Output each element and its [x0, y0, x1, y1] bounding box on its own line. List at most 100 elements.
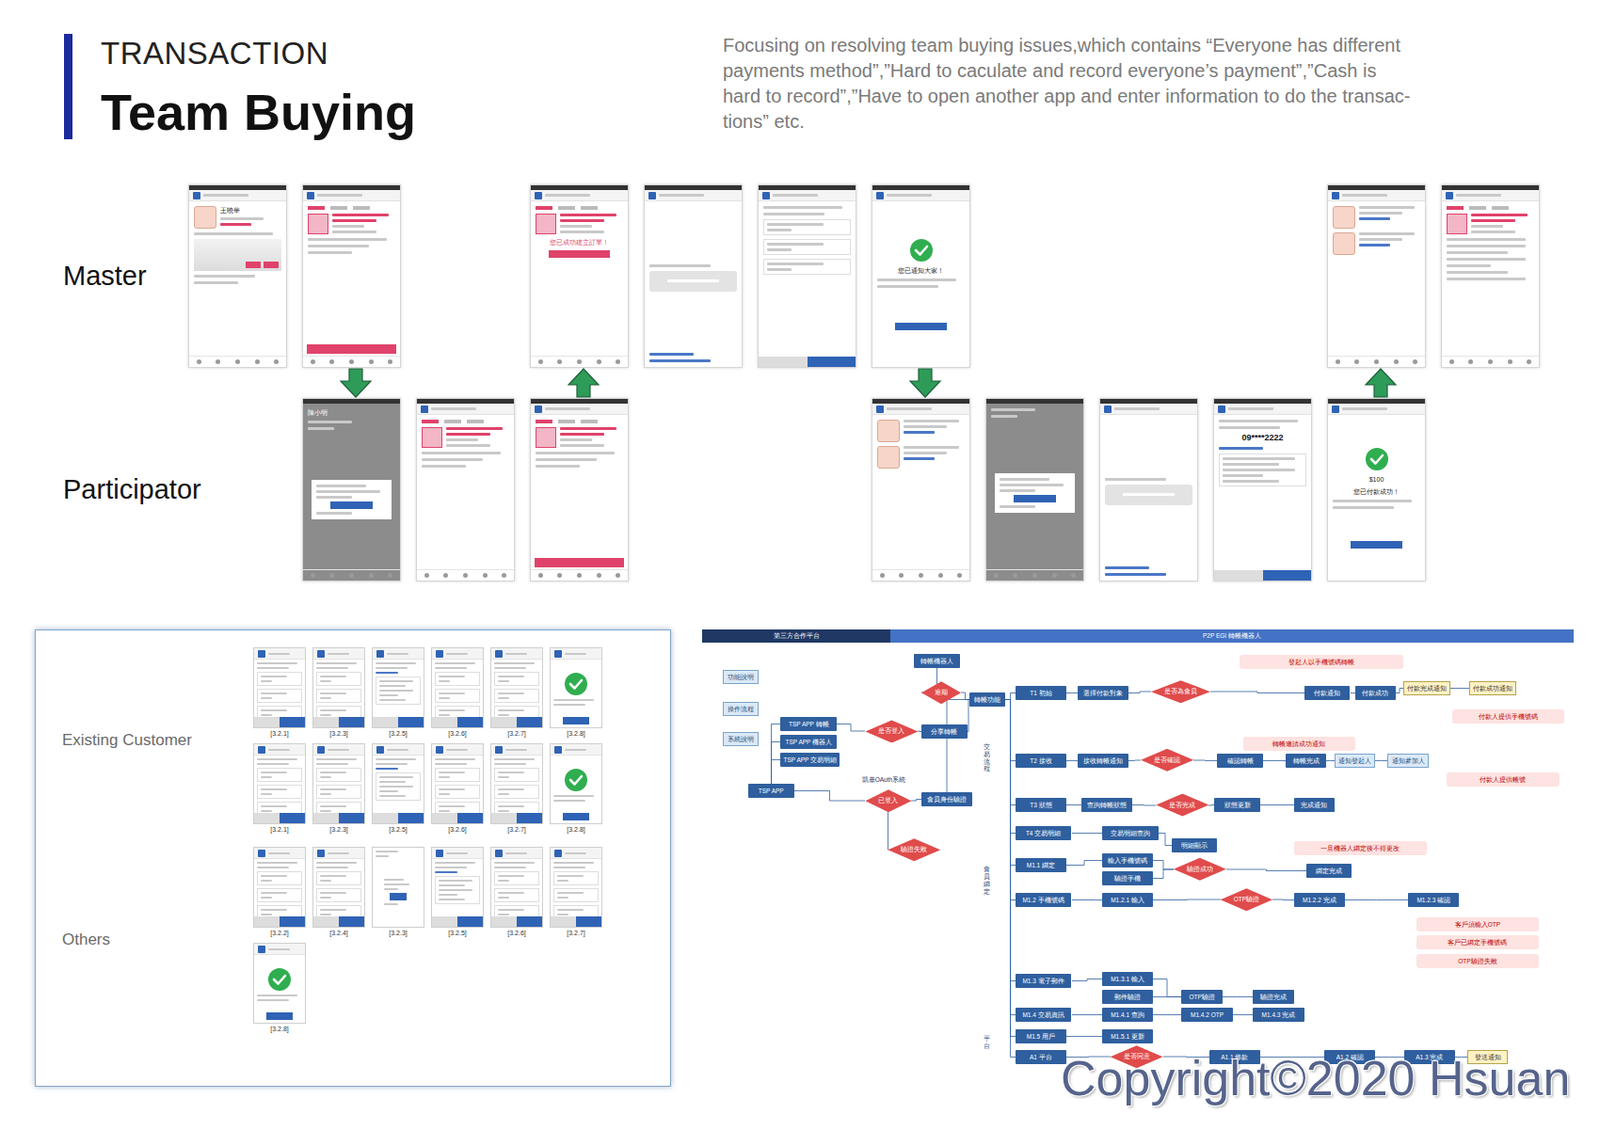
- screen-step[interactable]: [3.2.5]: [371, 647, 425, 738]
- input-row[interactable]: [434, 672, 480, 687]
- nav-icon[interactable]: [1374, 359, 1379, 365]
- nav-icon[interactable]: [576, 359, 582, 365]
- tab[interactable]: [535, 419, 553, 424]
- confirm-button[interactable]: [1013, 495, 1056, 503]
- nav-icon[interactable]: [557, 573, 562, 578]
- order-card[interactable]: [535, 427, 624, 448]
- cancel-button[interactable]: [550, 916, 576, 928]
- ok-button[interactable]: [562, 717, 591, 725]
- input-row[interactable]: [316, 871, 362, 886]
- input-row[interactable]: [316, 784, 362, 800]
- tab[interactable]: [535, 206, 553, 210]
- nav-icon[interactable]: [1449, 359, 1455, 365]
- order-card[interactable]: [535, 213, 624, 235]
- ok-button[interactable]: [562, 813, 591, 821]
- tab[interactable]: [1469, 206, 1487, 210]
- cancel-button[interactable]: [313, 916, 339, 928]
- tab[interactable]: [1446, 206, 1464, 210]
- nav-icon[interactable]: [368, 573, 374, 578]
- nav-icon[interactable]: [898, 573, 904, 578]
- screen-step[interactable]: [3.2.6]: [431, 647, 484, 738]
- nav-icon[interactable]: [918, 573, 924, 578]
- input-row[interactable]: [553, 871, 599, 886]
- buy-button[interactable]: [534, 558, 624, 568]
- action-button[interactable]: [245, 261, 261, 269]
- confirm-button[interactable]: [457, 916, 483, 928]
- screen-step[interactable]: [3.2.7]: [549, 847, 603, 938]
- cancel-button[interactable]: [313, 813, 339, 824]
- confirm-button[interactable]: [279, 717, 305, 728]
- screen-step[interactable]: [3.2.8]: [549, 743, 603, 834]
- confirm-button[interactable]: [398, 717, 424, 728]
- order-card[interactable]: [307, 213, 396, 235]
- nav-icon[interactable]: [310, 359, 316, 365]
- input-row[interactable]: [494, 888, 540, 903]
- confirm-button[interactable]: [338, 813, 365, 824]
- nav-icon[interactable]: [463, 573, 468, 578]
- nav-icon[interactable]: [349, 359, 354, 365]
- nav-icon[interactable]: [1507, 359, 1513, 365]
- screen-step[interactable]: [3.2.5]: [431, 847, 484, 938]
- screen-step[interactable]: [3.2.8]: [549, 647, 603, 738]
- tab[interactable]: [466, 419, 484, 424]
- confirm-button[interactable]: [338, 717, 365, 728]
- input-row[interactable]: [256, 888, 303, 903]
- input-row[interactable]: [494, 688, 540, 704]
- nav-icon[interactable]: [1335, 359, 1341, 365]
- nav-icon[interactable]: [255, 359, 260, 365]
- confirm-button[interactable]: [576, 916, 602, 928]
- input-row[interactable]: [316, 768, 362, 783]
- cancel-button[interactable]: [254, 717, 280, 728]
- screen-step[interactable]: [3.2.2]: [253, 847, 306, 938]
- nav-icon[interactable]: [482, 573, 488, 578]
- cancel-button[interactable]: [432, 813, 458, 824]
- input-row[interactable]: [494, 768, 540, 783]
- screen-step[interactable]: [3.2.6]: [490, 847, 544, 938]
- tab[interactable]: [558, 206, 576, 210]
- input-row[interactable]: [316, 688, 362, 704]
- input-row[interactable]: [434, 784, 480, 800]
- nav-icon[interactable]: [1071, 573, 1076, 578]
- tab[interactable]: [580, 206, 598, 210]
- confirm-button[interactable]: [516, 813, 543, 824]
- tab[interactable]: [1491, 206, 1509, 210]
- cancel-button[interactable]: [432, 916, 458, 928]
- screen-step[interactable]: [3.2.6]: [431, 743, 484, 834]
- tab[interactable]: [307, 206, 325, 210]
- input-row[interactable]: [256, 688, 303, 704]
- notification-row[interactable]: [877, 419, 965, 443]
- nav-icon[interactable]: [443, 573, 448, 578]
- input-row[interactable]: [256, 871, 303, 886]
- confirm-button[interactable]: [548, 250, 610, 258]
- screen-step[interactable]: [3.2.3]: [371, 847, 425, 938]
- nav-icon[interactable]: [538, 359, 544, 365]
- confirm-button[interactable]: [1263, 570, 1312, 581]
- cancel-button[interactable]: [313, 717, 339, 728]
- nav-icon[interactable]: [596, 359, 602, 365]
- nav-icon[interactable]: [1032, 573, 1038, 578]
- nav-icon[interactable]: [993, 573, 999, 578]
- nav-icon[interactable]: [368, 359, 374, 365]
- cancel-button[interactable]: [254, 813, 280, 824]
- action-button[interactable]: [263, 261, 279, 269]
- buy-button[interactable]: [306, 344, 397, 354]
- cancel-button[interactable]: [254, 916, 280, 928]
- nav-icon[interactable]: [310, 573, 316, 578]
- nav-icon[interactable]: [235, 359, 240, 365]
- nav-icon[interactable]: [215, 359, 221, 365]
- screen-step[interactable]: [3.2.3]: [312, 647, 366, 738]
- nav-icon[interactable]: [273, 359, 279, 365]
- nav-icon[interactable]: [329, 573, 335, 578]
- input-row[interactable]: [434, 688, 480, 704]
- input-row[interactable]: [763, 258, 851, 275]
- nav-icon[interactable]: [1012, 573, 1018, 578]
- confirm-button[interactable]: [279, 813, 305, 824]
- confirm-button[interactable]: [516, 916, 543, 928]
- input-row[interactable]: [763, 219, 851, 236]
- order-card[interactable]: [421, 427, 510, 448]
- cancel-button[interactable]: [491, 813, 517, 824]
- input-row[interactable]: [256, 672, 303, 687]
- screen-step[interactable]: [3.2.7]: [490, 743, 544, 834]
- nav-icon[interactable]: [1354, 359, 1360, 365]
- nav-icon[interactable]: [1526, 359, 1532, 365]
